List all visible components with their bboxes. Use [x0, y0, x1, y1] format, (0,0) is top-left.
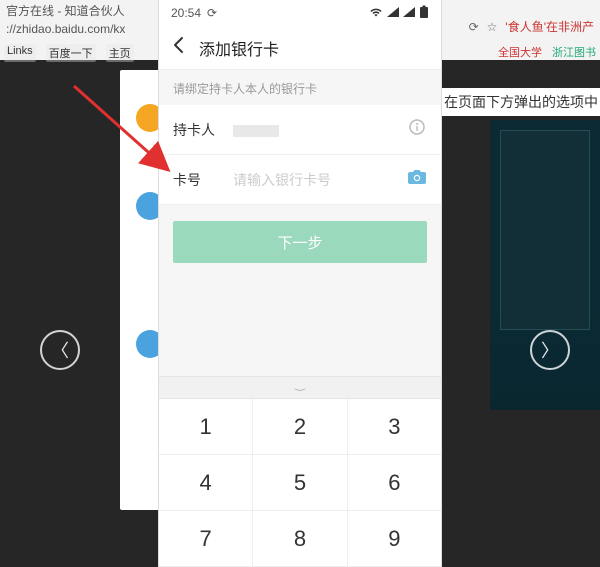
- browser-tab-title[interactable]: 官方在线 - 知道合伙人: [6, 2, 125, 19]
- right-caption: 在页面下方弹出的选项中: [438, 88, 600, 116]
- status-time: 20:54: [171, 6, 201, 20]
- cardnumber-label: 卡号: [173, 170, 217, 190]
- keypad-3[interactable]: 3: [348, 399, 441, 455]
- right-link-1[interactable]: 全国大学: [498, 44, 542, 60]
- chevron-down-icon: ⌄: [288, 382, 312, 393]
- camera-icon[interactable]: [407, 169, 427, 190]
- cardholder-value: [233, 122, 391, 138]
- keypad-9[interactable]: 9: [348, 511, 441, 567]
- address-bar[interactable]: ://zhidao.baidu.com/kx: [6, 22, 125, 36]
- gallery-prev-button[interactable]: 〈: [40, 330, 80, 370]
- reload-icon[interactable]: ⟳: [469, 20, 479, 34]
- nav-bar: 添加银行卡: [159, 26, 441, 70]
- next-button[interactable]: 下一步: [173, 221, 427, 263]
- keypad-7[interactable]: 7: [159, 511, 253, 567]
- signal-icon: [387, 6, 399, 20]
- masked-name: [233, 125, 279, 137]
- back-button[interactable]: [169, 36, 189, 60]
- star-icon[interactable]: ☆: [487, 20, 498, 34]
- gallery-next-button[interactable]: 〉: [530, 330, 570, 370]
- keypad-4[interactable]: 4: [159, 455, 253, 511]
- keypad-6[interactable]: 6: [348, 455, 441, 511]
- phone-frame: 20:54 ⟳ 添加银行卡 请绑定持卡人本人的银行卡 持卡人: [158, 0, 442, 567]
- page-title: 添加银行卡: [199, 36, 279, 60]
- right-link-2[interactable]: 浙江图书: [552, 44, 596, 60]
- keypad-1[interactable]: 1: [159, 399, 253, 455]
- keyboard-collapse-handle[interactable]: ⌄: [159, 376, 441, 398]
- refresh-icon: ⟳: [207, 6, 217, 20]
- cardnumber-input[interactable]: 请输入银行卡号: [233, 170, 391, 190]
- status-bar: 20:54 ⟳: [159, 0, 441, 26]
- cardholder-row: 持卡人: [159, 105, 441, 155]
- bind-hint: 请绑定持卡人本人的银行卡: [159, 70, 441, 105]
- numeric-keypad: 1 2 3 4 5 6 7 8 9: [159, 398, 441, 567]
- cardholder-label: 持卡人: [173, 120, 217, 140]
- browser-toolbar-right: ⟳ ☆ '食人鱼'在非洲产: [469, 18, 594, 35]
- keypad-5[interactable]: 5: [253, 455, 347, 511]
- right-label: '食人鱼'在非洲产: [505, 18, 594, 35]
- keypad-2[interactable]: 2: [253, 399, 347, 455]
- content-spacer: [159, 279, 441, 376]
- chevron-right-icon: 〉: [541, 337, 559, 363]
- keypad-8[interactable]: 8: [253, 511, 347, 567]
- battery-icon: [419, 5, 429, 22]
- wifi-icon: [369, 6, 383, 20]
- chevron-left-icon: 〈: [51, 337, 69, 363]
- cardnumber-row[interactable]: 卡号 请输入银行卡号: [159, 155, 441, 205]
- signal-icon-2: [403, 6, 415, 20]
- info-icon[interactable]: [407, 119, 427, 140]
